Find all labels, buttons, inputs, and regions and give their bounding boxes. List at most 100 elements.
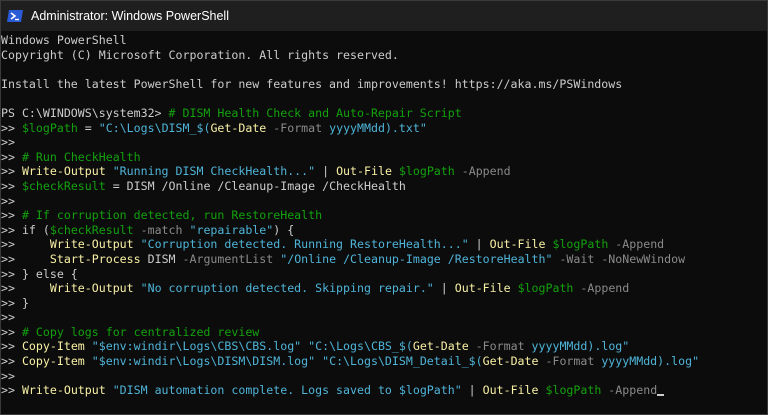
console-token: >> [1,281,50,296]
console-line: >> Write-Output "DISM automation complet… [1,383,767,398]
console-token: PS C:\WINDOWS\system32> [1,105,169,120]
console-token: >> [1,339,22,354]
console-line: >> } [1,296,767,311]
title-bar[interactable]: Administrator: Windows PowerShell [1,1,767,31]
console-line: >> $checkResult = DISM /Online /Cleanup-… [1,179,767,194]
console-line: >> $logPath = "C:\Logs\DISM_$(Get-Date -… [1,121,767,136]
console-line: >> # Copy logs for centralized review [1,325,767,340]
console-line: Install the latest PowerShell for new fe… [1,77,767,92]
console-token: "$env:windir\Logs\CBS\CBS.log" [84,339,302,354]
console-token: "C:\Logs\CBS_$( [301,339,413,354]
console-token: = [77,120,99,135]
console-token: >> [1,354,22,369]
console-token: Copyright (C) Microsoft Corporation. All… [1,47,399,62]
console-token: ).log" [587,339,630,354]
console-line: >> if ($checkResult -match "repairable")… [1,223,767,238]
console-token: >> [1,164,22,179]
console-token: Write-Output [49,237,134,252]
console-token: -Append [454,164,511,179]
console-token: >> [1,368,15,383]
console-token: -Append [601,383,658,398]
powershell-icon [7,8,23,24]
console-token: | [315,164,337,179]
console-token: ).txt" [384,120,427,135]
console-token: -Wait -NoNewWindow [552,251,686,266]
console-token: # Copy logs for centralized review [21,324,260,339]
console-token: >> [1,135,15,150]
console-token: Write-Output [49,281,134,296]
console-token: $checkResult [21,178,106,193]
console-token: $logPath [21,120,78,135]
console-token: Get-Date [412,339,469,354]
console-token: Out-File [454,281,511,296]
console-line: >> # If corruption detected, run Restore… [1,208,767,223]
console-token: Write-Output [21,383,106,398]
console-token: # If corruption detected, run RestoreHea… [21,208,323,223]
console-line: >> Copy-Item "$env:windir\Logs\CBS\CBS.l… [1,339,767,354]
console-token: -Append [573,281,630,296]
console-token: yyyyMMdd [322,120,385,135]
console-token: Windows PowerShell [1,33,127,47]
console-token: >> } [1,295,29,310]
console-line: >> Write-Output "Corruption detected. Ru… [1,237,767,252]
console-token: -ArgumentList [175,251,274,266]
text-cursor [657,393,665,396]
window-title: Administrator: Windows PowerShell [31,9,229,23]
console-token: "repairable" [182,222,274,237]
console-token: yyyyMMdd [524,339,588,354]
console-token: >> [1,208,22,223]
console-token: >> if ( [1,222,50,237]
console-line: >> [1,369,767,384]
console-token: Get-Date [210,120,267,135]
console-line: >> [1,135,767,150]
console-line: Copyright (C) Microsoft Corporation. All… [1,48,767,63]
console-token: $logPath [391,164,455,179]
console-line: >> Write-Output "No corruption detected.… [1,281,767,296]
console-token: Copy-Item [21,354,85,369]
console-token: -Append [608,237,665,252]
console-token: >> [1,120,22,135]
console-token: >> [1,237,50,252]
console-token: $logPath [538,383,602,398]
console-token: DISM [140,251,176,266]
console-token: >> [1,178,22,193]
console-token: = DISM /Online /Cleanup-Image /CheckHeal… [105,178,406,193]
console-token: >> [1,310,15,325]
console-token: "No corruption detected. Skipping repair… [133,281,434,296]
console-token: Out-File [482,383,539,398]
console-line: >> } else { [1,267,767,282]
console-token: ) { [273,222,295,237]
console-token: -Format [266,120,323,135]
console-token: Get-Date [482,354,539,369]
console-token: # Run CheckHealth [21,149,141,164]
console-token: >> } else { [1,266,78,281]
console-token: $checkResult [49,222,134,237]
powershell-window: Administrator: Windows PowerShell Window… [0,0,768,415]
console-line: >> Start-Process DISM -ArgumentList "/On… [1,252,767,267]
console-token: -match [133,222,183,237]
console-token: | [468,237,490,252]
console-token: "$env:windir\Logs\DISM\DISM.log" [84,354,316,369]
console-token: "/Online /Cleanup-Image /RestoreHealth" [273,251,553,266]
console-token: "Running DISM CheckHealth..." [105,164,316,179]
console-token: $logPath [510,281,574,296]
console-token: "Corruption detected. Running RestoreHea… [133,237,469,252]
console-token: Out-File [336,164,392,179]
console-token: yyyyMMdd [594,354,658,369]
console-line: >> Write-Output "Running DISM CheckHealt… [1,164,767,179]
console-line: Windows PowerShell [1,33,767,48]
console-token: -Format [538,354,595,369]
console-token: Install the latest PowerShell for new fe… [1,76,623,91]
console-line: >> [1,310,767,325]
console-token: Copy-Item [21,339,85,354]
console-token: >> [1,324,22,339]
console-token: -Format [468,339,525,354]
console-token: # DISM Health Check and Auto-Repair Scri… [168,105,462,120]
console-output[interactable]: Windows PowerShell Copyright (C) Microsof… [1,31,767,414]
console-line: PS C:\WINDOWS\system32> # DISM Health Ch… [1,106,767,121]
console-token: >> [1,193,15,208]
console-line: >> [1,194,767,209]
console-token: | [461,383,483,398]
console-token: Write-Output [21,164,106,179]
